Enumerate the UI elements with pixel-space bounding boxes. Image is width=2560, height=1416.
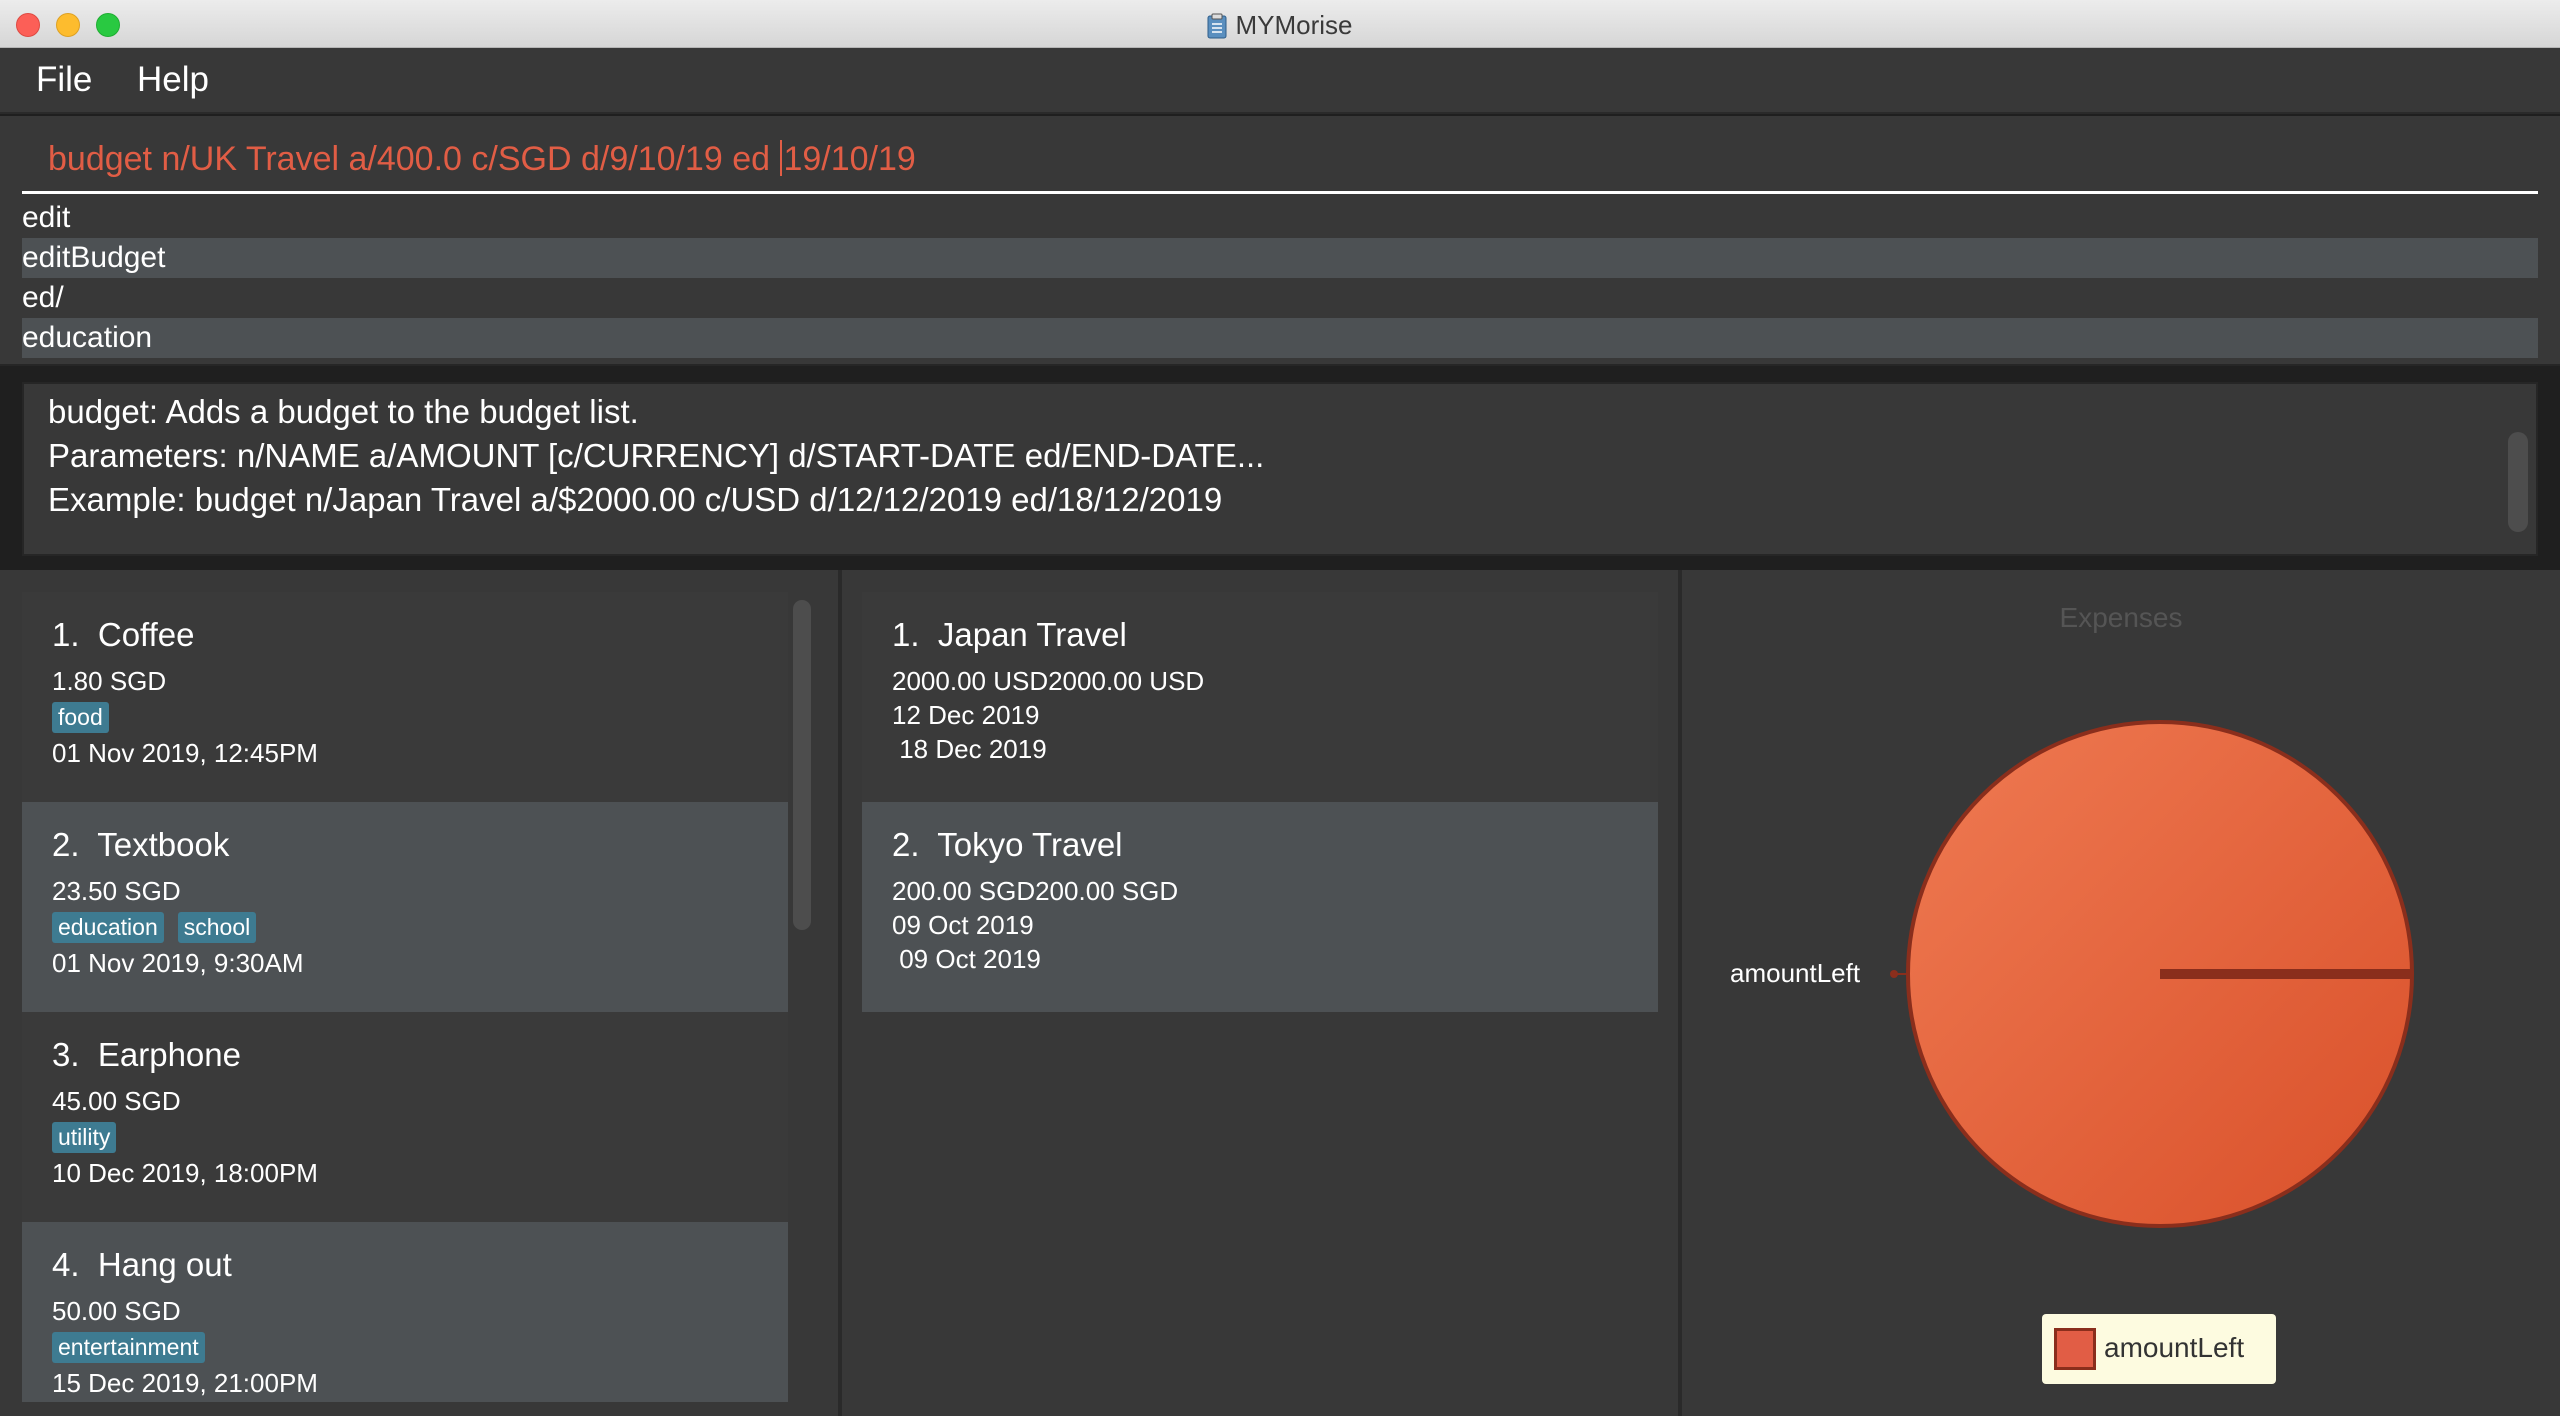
autocomplete-list: edit editBudget ed/ education <box>22 198 2538 358</box>
result-text: budget: Adds a budget to the budget list… <box>48 390 1264 522</box>
expense-tags: utility <box>52 1122 117 1153</box>
autocomplete-item[interactable]: editBudget <box>22 238 2538 278</box>
expense-card[interactable]: 3. Earphone 45.00 SGD utility 10 Dec 201… <box>22 1012 788 1222</box>
legend-swatch <box>2054 1328 2096 1370</box>
expense-list-scrollbar[interactable] <box>793 600 811 930</box>
budget-list-panel: 1. Japan Travel 2000.00 USD2000.00 USD 1… <box>842 570 1678 1416</box>
expense-title: 2. Textbook <box>52 826 230 863</box>
expense-list-panel: 1. Coffee 1.80 SGD food 01 Nov 2019, 12:… <box>0 570 838 1416</box>
budget-amount: 2000.00 USD2000.00 USD <box>892 666 1205 696</box>
expense-datetime: 10 Dec 2019, 18:00PM <box>52 1158 318 1188</box>
chart-legend: amountLeft <box>2042 1314 2276 1384</box>
tag-label: school <box>177 912 257 943</box>
autocomplete-item[interactable]: ed/ <box>22 278 2538 318</box>
expense-amount: 45.00 SGD <box>52 1086 181 1116</box>
clipboard-icon <box>1207 13 1227 39</box>
budget-amount: 200.00 SGD200.00 SGD <box>892 876 1179 906</box>
command-box: budget n/UK Travel a/400.0 c/SGD d/9/10/… <box>0 116 2560 366</box>
result-display[interactable]: budget: Adds a budget to the budget list… <box>22 382 2538 556</box>
tag-label: education <box>52 912 164 943</box>
budget-end-date: 09 Oct 2019 <box>892 944 1041 974</box>
expense-datetime: 15 Dec 2019, 21:00PM <box>52 1368 318 1398</box>
menu-bar: File Help <box>0 48 2560 114</box>
expense-title: 1. Coffee <box>52 616 195 653</box>
budget-start-date: 12 Dec 2019 <box>892 700 1040 730</box>
result-line: budget: Adds a budget to the budget list… <box>48 393 639 430</box>
pie-slice-label: amountLeft <box>1730 958 1861 988</box>
result-line: Example: budget n/Japan Travel a/$2000.0… <box>48 481 1223 518</box>
budget-title: 1. Japan Travel <box>892 616 1127 653</box>
window-title: MYMorise <box>0 0 2560 48</box>
expense-datetime: 01 Nov 2019, 9:30AM <box>52 948 304 978</box>
menu-help[interactable]: Help <box>137 60 209 100</box>
expense-tags: entertainment <box>52 1332 205 1363</box>
budget-title: 2. Tokyo Travel <box>892 826 1123 863</box>
command-text-after-caret: 19/10/19 <box>783 140 916 178</box>
autocomplete-item[interactable]: edit <box>22 198 2538 238</box>
expense-title: 4. Hang out <box>52 1246 232 1283</box>
window-title-text: MYMorise <box>1235 10 1353 40</box>
expense-amount: 50.00 SGD <box>52 1296 181 1326</box>
main-content: 1. Coffee 1.80 SGD food 01 Nov 2019, 12:… <box>0 570 2560 1416</box>
title-bar: MYMorise <box>0 0 2560 48</box>
expense-card[interactable]: 1. Coffee 1.80 SGD food 01 Nov 2019, 12:… <box>22 592 788 802</box>
autocomplete-item[interactable]: education <box>22 318 2538 358</box>
tag-label: food <box>52 702 109 733</box>
expense-amount: 23.50 SGD <box>52 876 181 906</box>
command-text-before-caret: budget n/UK Travel a/400.0 c/SGD d/9/10/… <box>48 140 780 178</box>
expense-card[interactable]: 2. Textbook 23.50 SGD education school 0… <box>22 802 788 1012</box>
result-scrollbar[interactable] <box>2508 432 2528 532</box>
tag-label: utility <box>52 1122 117 1153</box>
budget-card[interactable]: 2. Tokyo Travel 200.00 SGD200.00 SGD 09 … <box>862 802 1658 1012</box>
expense-card[interactable]: 4. Hang out 50.00 SGD entertainment 15 D… <box>22 1222 788 1402</box>
budget-end-date: 18 Dec 2019 <box>892 734 1047 764</box>
command-input[interactable]: budget n/UK Travel a/400.0 c/SGD d/9/10/… <box>22 136 2538 194</box>
expense-amount: 1.80 SGD <box>52 666 167 696</box>
statistics-panel: Expenses amountLeft amountLeft <box>1682 570 2560 1416</box>
menu-file[interactable]: File <box>36 60 92 100</box>
expense-title: 3. Earphone <box>52 1036 241 1073</box>
budget-card[interactable]: 1. Japan Travel 2000.00 USD2000.00 USD 1… <box>862 592 1658 802</box>
legend-label: amountLeft <box>2104 1332 2245 1363</box>
tag-label: entertainment <box>52 1332 205 1363</box>
budget-start-date: 09 Oct 2019 <box>892 910 1034 940</box>
expense-tags: food <box>52 702 109 733</box>
expense-tags: education school <box>52 912 257 943</box>
result-line: Parameters: n/NAME a/AMOUNT [c/CURRENCY]… <box>48 437 1265 474</box>
pie-chart <box>1890 720 2414 1228</box>
expense-datetime: 01 Nov 2019, 12:45PM <box>52 738 318 768</box>
